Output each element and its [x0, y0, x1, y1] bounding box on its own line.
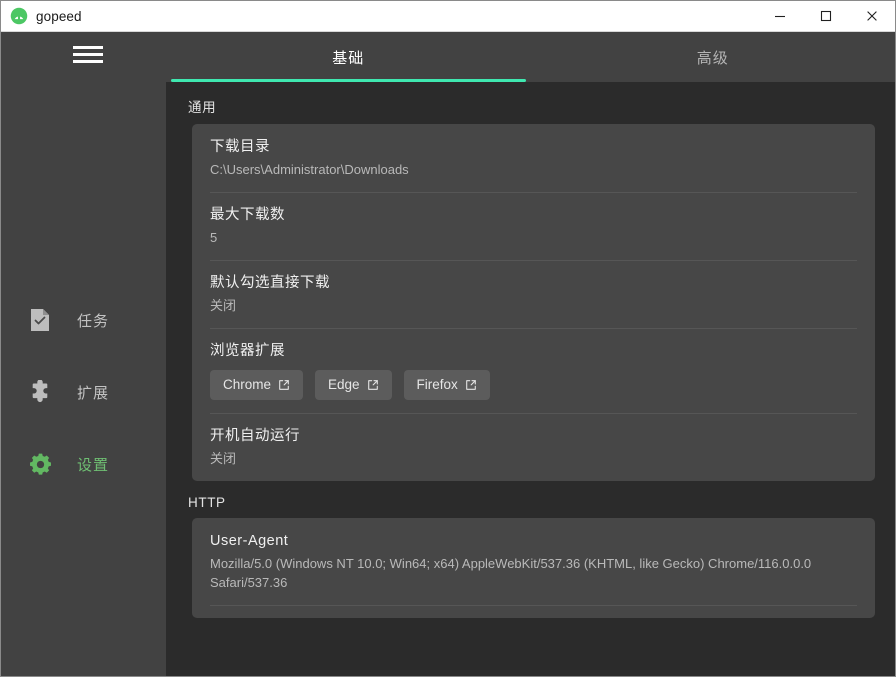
maximize-icon — [820, 10, 832, 22]
button-label: Firefox — [417, 378, 458, 392]
main-panel: 基础 高级 通用 下载目录 C:\Users\Administrator\Dow… — [166, 32, 895, 676]
external-link-icon — [278, 379, 290, 391]
setting-value: Mozilla/5.0 (Windows NT 10.0; Win64; x64… — [210, 554, 857, 592]
setting-row-user-agent[interactable]: User-Agent Mozilla/5.0 (Windows NT 10.0;… — [192, 518, 875, 605]
button-label: Edge — [328, 378, 360, 392]
hamburger-bar — [73, 53, 103, 56]
tab-label: 基础 — [332, 47, 364, 68]
external-link-icon — [465, 379, 477, 391]
settings-scroll-area[interactable]: 通用 下载目录 C:\Users\Administrator\Downloads… — [166, 82, 895, 676]
close-button[interactable] — [849, 1, 895, 31]
hamburger-bar — [73, 46, 103, 49]
setting-value: 关闭 — [210, 449, 857, 468]
setting-title: 开机自动运行 — [210, 426, 857, 446]
setting-value: 关闭 — [210, 296, 857, 315]
puzzle-piece-icon — [27, 379, 53, 405]
section-title-http: HTTP — [166, 481, 895, 518]
setting-title: 下载目录 — [210, 137, 857, 157]
close-icon — [866, 10, 878, 22]
app-body: 任务 扩展 — [1, 32, 895, 676]
browser-extension-buttons: Chrome Edge — [210, 370, 857, 400]
task-document-check-icon — [27, 307, 53, 333]
chrome-extension-button[interactable]: Chrome — [210, 370, 303, 400]
setting-row-default-direct-download[interactable]: 默认勾选直接下载 关闭 — [192, 260, 875, 328]
window-title: gopeed — [36, 9, 82, 24]
setting-value: 5 — [210, 228, 857, 247]
sidebar-item-extensions[interactable]: 扩展 — [1, 356, 166, 428]
maximize-button[interactable] — [803, 1, 849, 31]
settings-card-http: User-Agent Mozilla/5.0 (Windows NT 10.0;… — [192, 518, 875, 618]
sidebar-item-label: 扩展 — [77, 382, 109, 403]
setting-row-autostart[interactable]: 开机自动运行 关闭 — [192, 413, 875, 481]
minimize-icon — [774, 10, 786, 22]
row-divider — [192, 605, 875, 618]
tab-advanced[interactable]: 高级 — [531, 32, 896, 82]
setting-title: 默认勾选直接下载 — [210, 273, 857, 293]
sidebar-item-tasks[interactable]: 任务 — [1, 284, 166, 356]
section-title-general: 通用 — [166, 82, 895, 124]
sidebar-nav: 任务 扩展 — [1, 284, 166, 500]
hamburger-menu-icon[interactable] — [73, 40, 103, 68]
setting-title: 最大下载数 — [210, 205, 857, 225]
title-bar: gopeed — [1, 1, 895, 32]
settings-card-general: 下载目录 C:\Users\Administrator\Downloads 最大… — [192, 124, 875, 481]
firefox-extension-button[interactable]: Firefox — [404, 370, 490, 400]
tab-bar: 基础 高级 — [166, 32, 895, 82]
gopeed-app-window: gopeed — [0, 0, 896, 677]
sidebar: 任务 扩展 — [1, 32, 166, 676]
setting-row-max-downloads[interactable]: 最大下载数 5 — [192, 192, 875, 260]
hamburger-bar — [73, 60, 103, 63]
edge-extension-button[interactable]: Edge — [315, 370, 392, 400]
setting-title: User-Agent — [210, 531, 857, 551]
button-label: Chrome — [223, 378, 271, 392]
minimize-button[interactable] — [757, 1, 803, 31]
sidebar-item-settings[interactable]: 设置 — [1, 428, 166, 500]
gopeed-logo-icon — [10, 7, 28, 25]
setting-row-download-dir[interactable]: 下载目录 C:\Users\Administrator\Downloads — [192, 124, 875, 192]
setting-title: 浏览器扩展 — [210, 341, 857, 361]
sidebar-item-label: 设置 — [77, 454, 109, 475]
setting-value: C:\Users\Administrator\Downloads — [210, 160, 857, 179]
tab-label: 高级 — [697, 47, 729, 68]
gear-icon — [27, 451, 53, 477]
sidebar-item-label: 任务 — [77, 310, 109, 331]
setting-row-browser-extensions: 浏览器扩展 Chrome Edge — [192, 328, 875, 413]
tab-basic[interactable]: 基础 — [166, 32, 531, 82]
external-link-icon — [367, 379, 379, 391]
